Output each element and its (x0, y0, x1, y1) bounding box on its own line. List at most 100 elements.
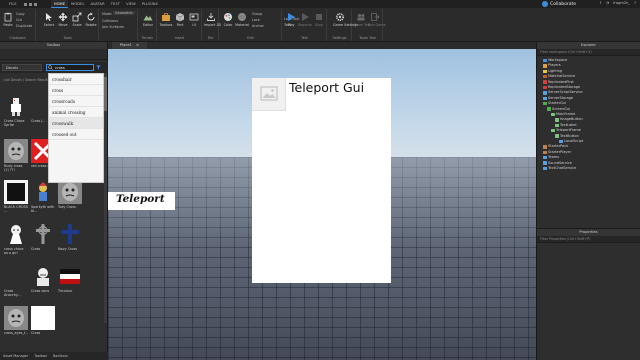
select-tool-button[interactable]: Select (42, 12, 56, 27)
asset-thumbnail[interactable]: Cross sans (31, 264, 55, 298)
asset-thumbnail[interactable]: Toky Cross (58, 180, 82, 214)
copy-button[interactable]: Copy (16, 12, 25, 16)
asset-thumbnail[interactable]: Navy Cross (58, 222, 82, 256)
asset-thumbnail[interactable]: cross_eyes_t... (4, 306, 28, 340)
anchor-button[interactable]: Anchor (252, 24, 264, 28)
toolbox-scrollbar[interactable] (104, 73, 107, 323)
close-icon[interactable]: × (136, 43, 139, 47)
undo-icon[interactable] (28, 2, 32, 6)
duplicate-button[interactable]: Duplicate (16, 24, 32, 28)
rotate-tool-button[interactable]: Rotate (84, 12, 98, 27)
place-tab[interactable]: Place1 × (112, 42, 148, 49)
bell-icon[interactable]: ◔ (606, 1, 609, 5)
creations-tab-icon[interactable] (85, 52, 90, 67)
join-surfaces-toggle[interactable]: Join Surfaces (102, 25, 124, 29)
backtool-tab[interactable]: Backtool (53, 354, 68, 358)
explorer-item[interactable]: StarterGui (543, 101, 566, 106)
explorer-item[interactable]: SoundService (543, 161, 572, 166)
import-3d-button[interactable]: Import 3D (204, 12, 221, 27)
menu-tab-avatar[interactable]: AVATAR (88, 0, 108, 8)
explorer-item[interactable]: TeleportFrame (551, 128, 581, 133)
collaborate-button[interactable]: Collaborate (542, 1, 576, 7)
part-button[interactable]: Part (173, 12, 187, 27)
color-button[interactable]: Color (221, 12, 235, 27)
teleport-button[interactable]: Teleport (108, 192, 175, 210)
explorer-item[interactable]: StarterPack (543, 144, 568, 149)
suggestion-item[interactable]: crosswalk (49, 118, 103, 129)
3d-viewport[interactable]: Place1 × Teleport Gui Teleport (108, 42, 536, 360)
toolbox-tab[interactable]: Toolbox (34, 354, 47, 358)
menu-tab-home[interactable]: HOME (50, 0, 69, 8)
marketplace-tab-icon[interactable] (16, 52, 22, 67)
collisions-toggle[interactable]: Collisions (102, 19, 118, 23)
menu-tab-file[interactable]: FILE (6, 0, 20, 8)
main-frame[interactable]: Teleport Gui (252, 78, 391, 283)
help-icon[interactable]: ? (634, 1, 636, 5)
material-button[interactable]: Material (235, 12, 249, 27)
asset-thumbnail[interactable]: Cross (31, 306, 55, 340)
suggestion-item[interactable]: crossed out (49, 129, 103, 140)
explorer-item[interactable]: Players (543, 63, 561, 68)
category-dropdown[interactable]: Decals (2, 64, 42, 71)
explorer-item[interactable]: MaterialService (543, 74, 575, 79)
save-icon[interactable] (23, 2, 27, 6)
menu-tab-model[interactable]: MODEL (68, 0, 87, 8)
scale-tool-button[interactable]: Scale (70, 12, 84, 27)
terrain-editor-button[interactable]: Editor (141, 12, 155, 27)
username-label[interactable]: fragm2k_ (613, 1, 630, 5)
explorer-item[interactable]: ServerStorage (543, 96, 573, 101)
explorer-item[interactable]: TextLabel (555, 123, 577, 128)
suggestion-item[interactable]: animal crossing (49, 107, 103, 118)
asset-thumbnail[interactable]: Cross Anarchy... (4, 264, 28, 298)
asset-thumbnail[interactable]: Cross (31, 222, 55, 256)
cut-button[interactable]: Cut (16, 18, 22, 22)
share-icon[interactable]: ⇪ (599, 1, 602, 5)
resume-button[interactable]: Resume (298, 12, 312, 27)
results-breadcrumb[interactable]: <All Decals / Search Results (3, 78, 49, 82)
explorer-item[interactable]: Teams (543, 155, 559, 160)
redo-icon[interactable] (33, 2, 37, 6)
explorer-item[interactable]: ScreenGui (547, 107, 570, 112)
toolbox-search-input[interactable] (46, 64, 94, 71)
asset-thumbnail[interactable]: Rudy cross (1) ??! (4, 139, 28, 173)
properties-filter-input[interactable]: Filter Properties (Ctrl+Shift+P) (537, 236, 640, 243)
asset-thumbnail[interactable]: Cross Chara Sprite (4, 94, 28, 128)
asset-thumbnail[interactable]: cross chara as a girl (4, 222, 28, 256)
move-tool-button[interactable]: Move (56, 12, 70, 27)
mode-dropdown[interactable]: Geometric (113, 11, 135, 15)
menu-tab-plugins[interactable]: PLUGINS (139, 0, 161, 8)
explorer-item[interactable]: ImageButton (555, 117, 583, 122)
stop-button[interactable]: Stop (312, 12, 326, 27)
explorer-item[interactable]: LocalScript (559, 139, 583, 144)
play-button[interactable]: Play (284, 12, 298, 27)
explorer-item[interactable]: StarterPlayer (543, 150, 571, 155)
filter-icon[interactable] (96, 65, 101, 70)
exit-game-button[interactable]: Exit Game (368, 12, 386, 27)
image-button[interactable] (252, 78, 286, 111)
explorer-filter-input[interactable]: Filter workspace (Ctrl+Shift+X) (537, 49, 640, 56)
asset-thumbnail[interactable]: Tricolour (58, 264, 82, 298)
lock-button[interactable]: Lock (252, 18, 260, 22)
game-settings-button[interactable]: Game Settings (333, 12, 358, 27)
group-button[interactable]: Group (252, 12, 262, 16)
suggestion-item[interactable]: crossroads (49, 96, 103, 107)
suggestion-item[interactable]: crosshair (49, 74, 103, 85)
asset-thumbnail[interactable]: Sparkyth with bl... (31, 180, 55, 214)
explorer-item[interactable]: ServerScriptService (543, 90, 583, 95)
explorer-item[interactable]: ReplicatedStorage (543, 85, 580, 90)
explorer-item[interactable]: Lighting (543, 69, 562, 74)
explorer-item[interactable]: TextChatService (543, 166, 576, 171)
inventory-tab-icon[interactable] (39, 52, 45, 67)
explorer-item[interactable]: TextButton (555, 134, 579, 139)
explorer-item[interactable]: Workspace (543, 58, 567, 63)
asset-manager-tab[interactable]: Asset Manager (3, 354, 28, 358)
suggestion-item[interactable]: cross (49, 85, 103, 96)
menu-tab-test[interactable]: TEST (108, 0, 123, 8)
explorer-item[interactable]: ReplicatedFirst (543, 80, 574, 85)
toolbox-button[interactable]: Toolbox (159, 12, 173, 27)
explorer-item[interactable]: MainFrame (551, 112, 575, 117)
recent-tab-icon[interactable] (62, 52, 68, 67)
paste-button[interactable]: Paste (1, 12, 15, 27)
team-test-button[interactable]: Team Test (354, 12, 371, 27)
menu-tab-view[interactable]: VIEW (123, 0, 139, 8)
